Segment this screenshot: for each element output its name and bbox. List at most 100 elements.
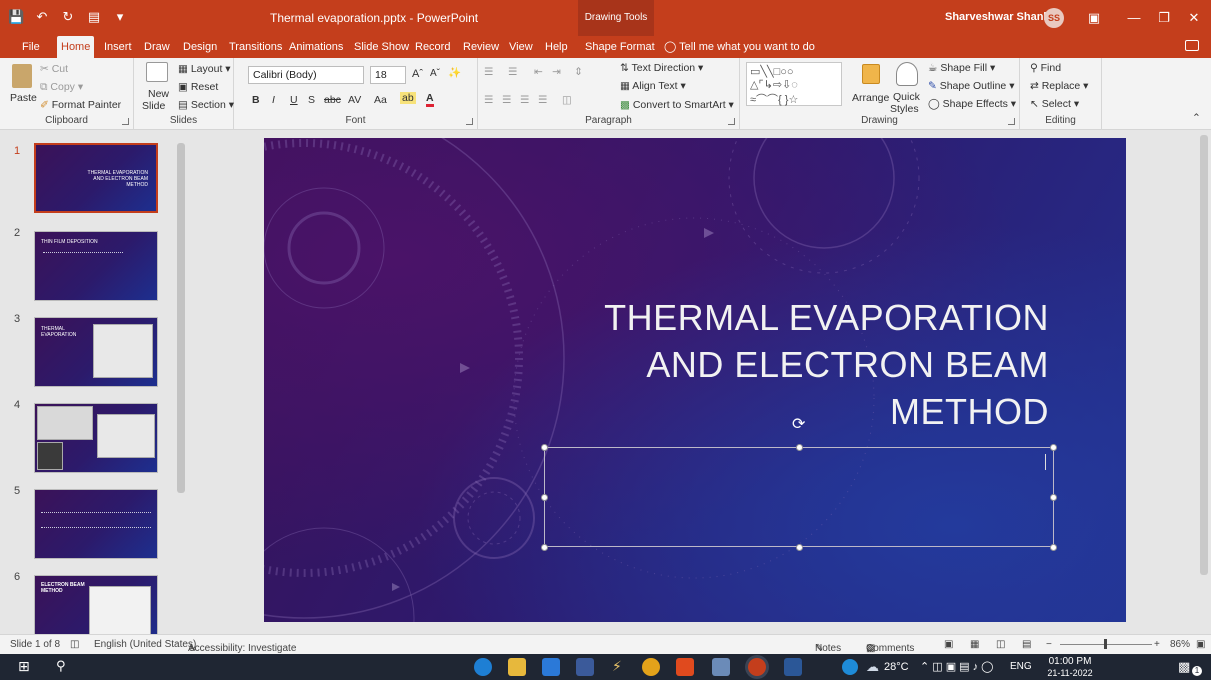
quick-styles-icon[interactable] bbox=[896, 62, 918, 86]
quick-styles-button-2[interactable]: Styles bbox=[890, 103, 919, 115]
tab-transitions[interactable]: Transitions bbox=[225, 36, 286, 58]
app-bolt-icon[interactable]: ⚡ bbox=[612, 658, 622, 675]
resize-handle[interactable] bbox=[541, 544, 548, 551]
tell-me-search[interactable]: ◯ Tell me what you want to do bbox=[664, 36, 815, 58]
comments-icon[interactable] bbox=[1185, 40, 1199, 51]
bold-icon[interactable]: B bbox=[252, 94, 260, 106]
align-text-button[interactable]: ▦ Align Text ▾ bbox=[620, 80, 686, 92]
avatar[interactable]: SS bbox=[1044, 8, 1064, 28]
shadow-icon[interactable]: S bbox=[308, 94, 315, 106]
redo-icon[interactable]: ↻ bbox=[60, 9, 76, 25]
smartart-button[interactable]: ▩ Convert to SmartArt ▾ bbox=[620, 99, 734, 111]
copy-button[interactable]: ⧉ Copy ▾ bbox=[40, 81, 83, 94]
tab-view[interactable]: View bbox=[505, 36, 537, 58]
ribbon-display-icon[interactable]: ▣ bbox=[1084, 8, 1104, 28]
zoom-level[interactable]: 86% bbox=[1170, 639, 1190, 650]
resize-handle[interactable] bbox=[541, 494, 548, 501]
zoom-slider-thumb[interactable] bbox=[1104, 639, 1107, 649]
close-icon[interactable]: ✕ bbox=[1184, 8, 1204, 28]
grow-font-icon[interactable]: Aˆ bbox=[412, 68, 423, 80]
reset-button[interactable]: ▣ Reset bbox=[178, 81, 218, 93]
find-button[interactable]: ⚲ Find bbox=[1030, 62, 1061, 74]
reading-view-icon[interactable]: ◫ bbox=[996, 639, 1005, 650]
text-direction-button[interactable]: ⇅ Text Direction ▾ bbox=[620, 62, 703, 74]
tab-animations[interactable]: Animations bbox=[285, 36, 347, 58]
file-explorer-icon[interactable] bbox=[508, 658, 526, 676]
slide-canvas[interactable]: THERMAL EVAPORATION AND ELECTRON BEAM ME… bbox=[264, 138, 1126, 622]
tab-insert[interactable]: Insert bbox=[100, 36, 136, 58]
layout-button[interactable]: ▦ Layout ▾ bbox=[178, 63, 231, 75]
tab-file[interactable]: File bbox=[18, 36, 44, 58]
slide-thumbnail-4[interactable] bbox=[34, 403, 158, 473]
collapse-ribbon-icon[interactable]: ⌃ bbox=[1192, 112, 1201, 124]
tab-home[interactable]: Home bbox=[57, 36, 95, 58]
slideshow-view-icon[interactable]: ▤ bbox=[1022, 639, 1031, 650]
change-case-icon[interactable]: Aa bbox=[374, 94, 387, 106]
slide-thumbnail-1[interactable]: THERMAL EVAPORATION AND ELECTRON BEAM ME… bbox=[34, 143, 158, 213]
language-switch[interactable]: ENG bbox=[1010, 661, 1032, 672]
weather-icon[interactable]: ☁ bbox=[866, 659, 879, 675]
strikethrough-icon[interactable]: abc bbox=[324, 94, 341, 106]
store-icon[interactable] bbox=[576, 658, 594, 676]
underline-icon[interactable]: U bbox=[290, 94, 298, 106]
spellcheck-icon[interactable]: ◫ bbox=[70, 639, 79, 650]
arrange-icon[interactable] bbox=[862, 64, 880, 84]
app-icon[interactable] bbox=[712, 658, 730, 676]
normal-view-icon[interactable]: ▣ bbox=[944, 639, 953, 650]
edge-icon[interactable] bbox=[474, 658, 492, 676]
font-launcher-icon[interactable] bbox=[466, 118, 473, 125]
columns-icon[interactable]: ◫ bbox=[562, 94, 572, 106]
cut-button[interactable]: ✂ Cut bbox=[40, 63, 68, 75]
tab-review[interactable]: Review bbox=[459, 36, 503, 58]
thumbnails-scroll-thumb[interactable] bbox=[177, 143, 185, 493]
tab-help[interactable]: Help bbox=[541, 36, 572, 58]
tab-record[interactable]: Record bbox=[411, 36, 454, 58]
clipboard-launcher-icon[interactable] bbox=[122, 118, 129, 125]
section-button[interactable]: ▤ Section ▾ bbox=[178, 99, 234, 111]
clear-formatting-icon[interactable]: ✨ bbox=[448, 66, 461, 79]
highlight-icon[interactable]: ab bbox=[400, 92, 416, 104]
save-icon[interactable]: 💾 bbox=[8, 9, 24, 25]
present-icon[interactable]: ▤ bbox=[86, 9, 102, 25]
new-slide-icon[interactable] bbox=[146, 62, 168, 82]
shape-effects-button[interactable]: ◯ Shape Effects ▾ bbox=[928, 98, 1016, 110]
user-name[interactable]: Sharveshwar Shankar bbox=[945, 11, 1060, 23]
font-color-icon[interactable]: A bbox=[426, 92, 434, 107]
quick-styles-button[interactable]: Quick bbox=[893, 91, 920, 103]
clock-date[interactable]: 21-11-2022 bbox=[1040, 668, 1100, 678]
align-left-icon[interactable]: ☰ bbox=[484, 94, 493, 106]
decrease-indent-icon[interactable]: ⇤ bbox=[534, 66, 543, 78]
shape-rectangle-icon[interactable]: ▭╲╲□○○ bbox=[750, 65, 794, 78]
office-icon[interactable] bbox=[676, 658, 694, 676]
increase-indent-icon[interactable]: ⇥ bbox=[552, 66, 561, 78]
mail-icon[interactable] bbox=[542, 658, 560, 676]
help-icon[interactable] bbox=[842, 659, 858, 675]
select-button[interactable]: ↖ Select ▾ bbox=[1030, 98, 1079, 110]
italic-icon[interactable]: I bbox=[272, 94, 275, 106]
format-painter-button[interactable]: ✐ Format Painter bbox=[40, 99, 121, 111]
notification-icon[interactable]: ▩ bbox=[1178, 659, 1190, 675]
font-family-select[interactable]: Calibri (Body) bbox=[248, 66, 364, 84]
align-right-icon[interactable]: ☰ bbox=[520, 94, 529, 106]
slide-thumbnail-3[interactable]: THERMAL EVAPORATION bbox=[34, 317, 158, 387]
font-size-select[interactable]: 18 bbox=[370, 66, 406, 84]
powerpoint-icon[interactable] bbox=[748, 658, 766, 676]
replace-button[interactable]: ⇄ Replace ▾ bbox=[1030, 80, 1088, 92]
paste-button[interactable]: Paste bbox=[10, 92, 37, 104]
minimize-icon[interactable]: — bbox=[1124, 8, 1144, 28]
numbering-icon[interactable]: ☰ bbox=[508, 66, 517, 78]
language-indicator[interactable]: English (United States) bbox=[94, 639, 196, 650]
thumbnails-scrollbar[interactable] bbox=[176, 131, 186, 634]
rotate-handle-icon[interactable]: ⟳ bbox=[792, 414, 805, 434]
char-spacing-icon[interactable]: AV bbox=[348, 94, 361, 106]
line-spacing-icon[interactable]: ⇕ bbox=[574, 66, 583, 78]
drawing-launcher-icon[interactable] bbox=[1008, 118, 1015, 125]
slide-scroll-thumb[interactable] bbox=[1200, 135, 1208, 575]
slide-scrollbar[interactable] bbox=[1197, 131, 1211, 634]
tab-slide-show[interactable]: Slide Show bbox=[350, 36, 413, 58]
resize-handle[interactable] bbox=[796, 544, 803, 551]
justify-icon[interactable]: ☰ bbox=[538, 94, 547, 106]
zoom-in-icon[interactable]: + bbox=[1154, 639, 1160, 650]
slide-thumbnail-5[interactable] bbox=[34, 489, 158, 559]
zoom-out-icon[interactable]: − bbox=[1046, 639, 1052, 650]
